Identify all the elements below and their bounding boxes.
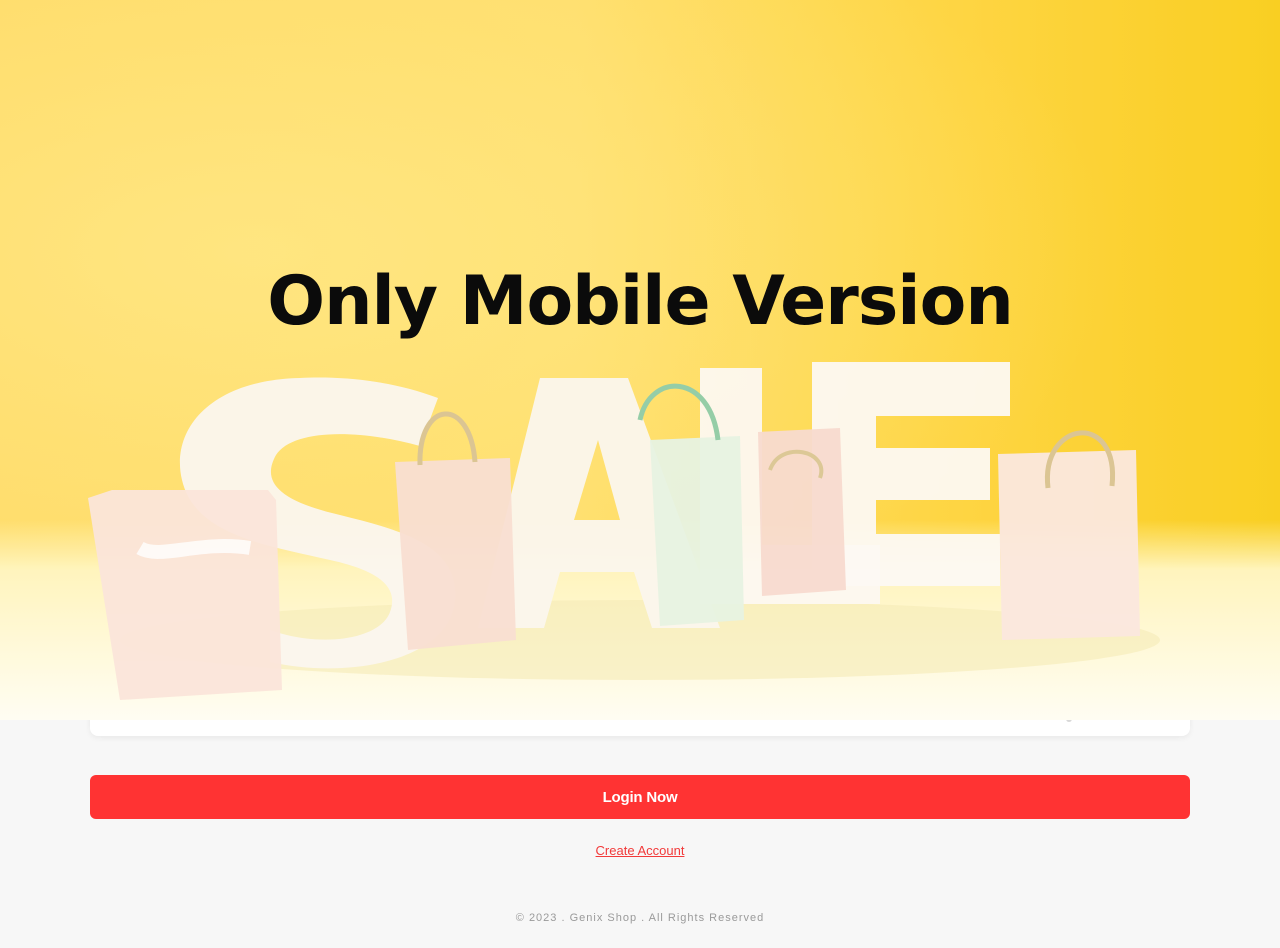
footer-copyright: © 2023 . Genix Shop . All Rights Reserve… bbox=[515, 912, 765, 924]
create-account-link[interactable]: Create Account bbox=[0, 843, 1280, 858]
sale-banner-image bbox=[0, 0, 1280, 720]
mobile-only-overlay: Only Mobile Version bbox=[0, 0, 1280, 720]
login-button[interactable]: Login Now bbox=[90, 775, 1190, 819]
page: Login Now Create Account © 2023 . Genix … bbox=[0, 0, 1280, 948]
mobile-only-headline: Only Mobile Version bbox=[267, 262, 1013, 341]
